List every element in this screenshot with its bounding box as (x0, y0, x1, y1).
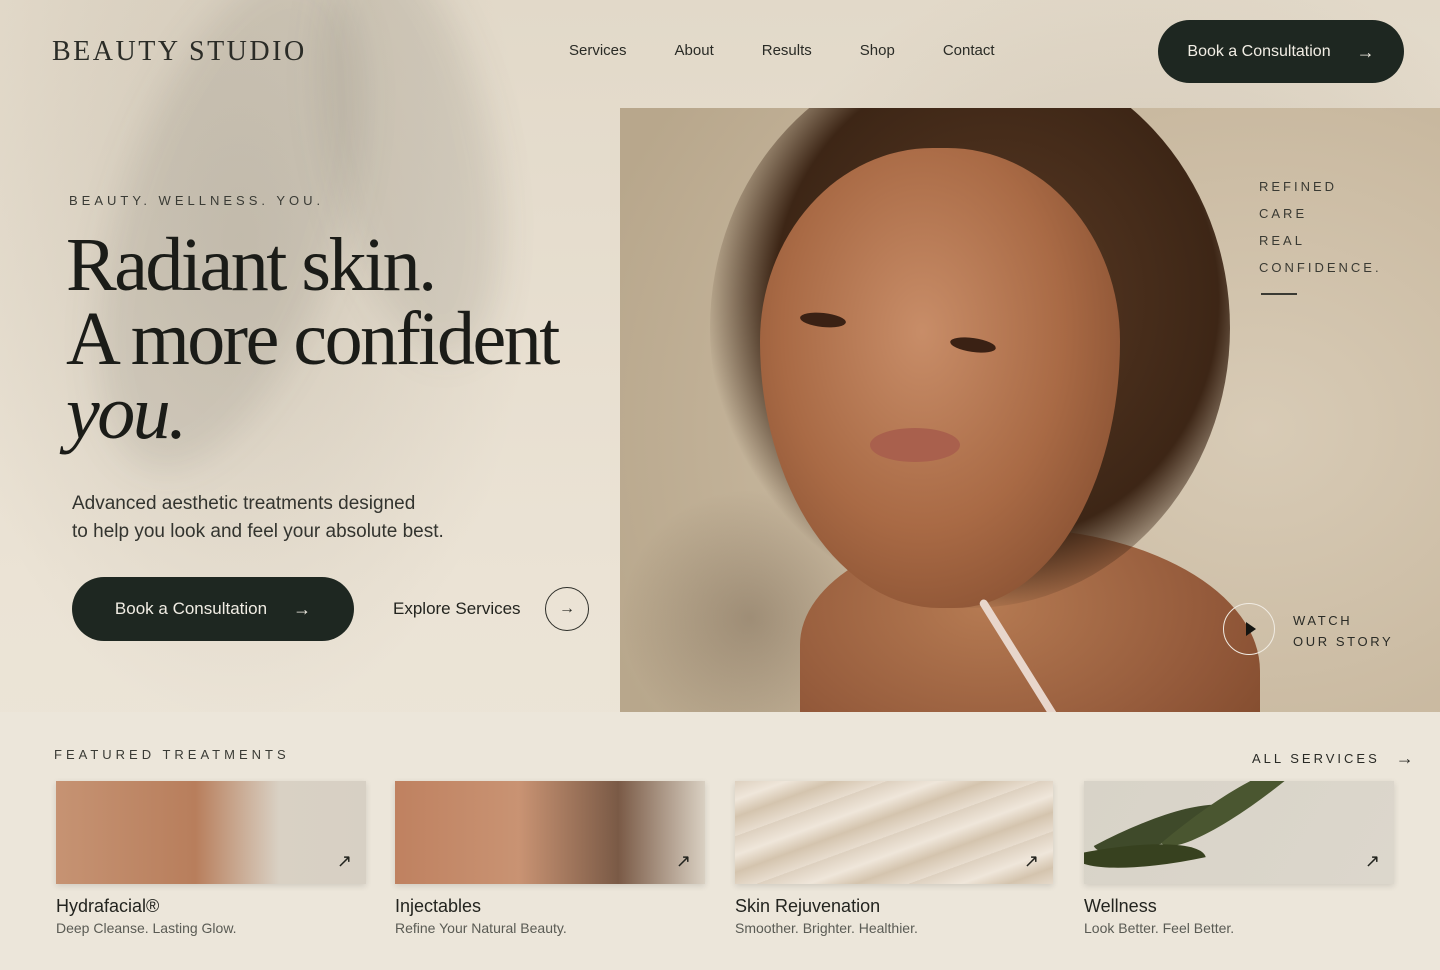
header-book-consultation-button[interactable]: Book a Consultation → (1158, 20, 1404, 83)
watch-story-link[interactable]: WATCH OUR STORY (1293, 610, 1393, 652)
card-title: Skin Rejuvenation (735, 896, 881, 916)
tagline-line: REFINED (1259, 179, 1338, 194)
all-services-label: ALL SERVICES (1252, 751, 1380, 766)
treatment-card-injectables[interactable]: ↗ Injectables Refine Your Natural Beauty… (395, 781, 705, 936)
hero-headline: Radiant skin. A more confident you. (66, 223, 560, 455)
subcopy-line-1: Advanced aesthetic treatments designed (72, 493, 416, 514)
headline-line-3: you. (66, 371, 187, 455)
card-title: Hydrafacial® (56, 896, 160, 916)
arrow-up-right-icon: ↗ (675, 851, 691, 871)
hero-eyebrow: BEAUTY. WELLNESS. YOU. (69, 193, 325, 208)
treatment-card-hydrafacial[interactable]: ↗ Hydrafacial® Deep Cleanse. Lasting Glo… (56, 781, 366, 936)
explore-services-link[interactable]: Explore Services (393, 599, 521, 619)
button-label: Book a Consultation (114, 599, 268, 618)
card-title: Injectables (395, 896, 482, 916)
arrow-right-icon: → (559, 600, 575, 617)
card-subtitle: Look Better. Feel Better. (1084, 920, 1235, 936)
watch-line-2: OUR STORY (1293, 634, 1394, 649)
hero-tagline: REFINED CARE REAL CONFIDENCE. (1259, 173, 1382, 281)
card-title: Wellness (1084, 896, 1157, 916)
arrow-right-icon: → (1395, 748, 1414, 768)
nav-shop[interactable]: Shop (860, 42, 895, 59)
treatment-card-wellness[interactable]: ↗ Wellness Look Better. Feel Better. (1084, 781, 1394, 936)
card-subtitle: Deep Cleanse. Lasting Glow. (56, 920, 237, 936)
tagline-line: CARE (1259, 206, 1308, 221)
explore-services-arrow-button[interactable]: → (545, 587, 589, 631)
nav-about[interactable]: About (675, 42, 714, 59)
arrow-up-right-icon: ↗ (1364, 851, 1380, 871)
headline-line-2: A more confident (66, 297, 560, 381)
tagline-line: REAL (1259, 233, 1305, 248)
watch-line-1: WATCH (1293, 613, 1353, 628)
treatment-image: ↗ (735, 781, 1053, 884)
play-icon (1245, 622, 1256, 636)
card-subtitle: Smoother. Brighter. Healthier. (735, 920, 918, 936)
nav-results[interactable]: Results (762, 42, 812, 59)
nav-contact[interactable]: Contact (943, 42, 995, 59)
main-nav: Services About Results Shop Contact (569, 42, 995, 59)
lips-shape (870, 428, 960, 462)
hero-subcopy: Advanced aesthetic treatments designed t… (72, 490, 512, 546)
brand-logo[interactable]: BEAUTY STUDIO (52, 36, 307, 68)
headline-line-1: Radiant skin. (66, 223, 437, 307)
hero-book-consultation-button[interactable]: Book a Consultation → (72, 577, 354, 641)
eye-shape (799, 310, 847, 330)
arrow-up-right-icon: ↗ (1023, 851, 1039, 871)
featured-label: FEATURED TREATMENTS (54, 747, 290, 762)
eye-shape (949, 334, 997, 356)
arrow-right-icon: → (293, 599, 312, 619)
treatment-card-skin-rejuvenation[interactable]: ↗ Skin Rejuvenation Smoother. Brighter. … (735, 781, 1053, 936)
card-subtitle: Refine Your Natural Beauty. (395, 920, 567, 936)
all-services-link[interactable]: ALL SERVICES → (1252, 748, 1414, 769)
subcopy-line-2: to help you look and feel your absolute … (72, 521, 444, 542)
arrow-right-icon: → (1356, 41, 1375, 62)
button-label: Book a Consultation (1187, 42, 1331, 60)
treatment-image: ↗ (56, 781, 366, 884)
treatment-image: ↗ (395, 781, 705, 884)
treatment-image: ↗ (1084, 781, 1394, 884)
arrow-up-right-icon: ↗ (336, 851, 352, 871)
watch-story-play-button[interactable] (1223, 603, 1275, 655)
tagline-line: CONFIDENCE. (1259, 260, 1382, 275)
tagline-divider (1261, 293, 1297, 295)
nav-services[interactable]: Services (569, 42, 627, 59)
